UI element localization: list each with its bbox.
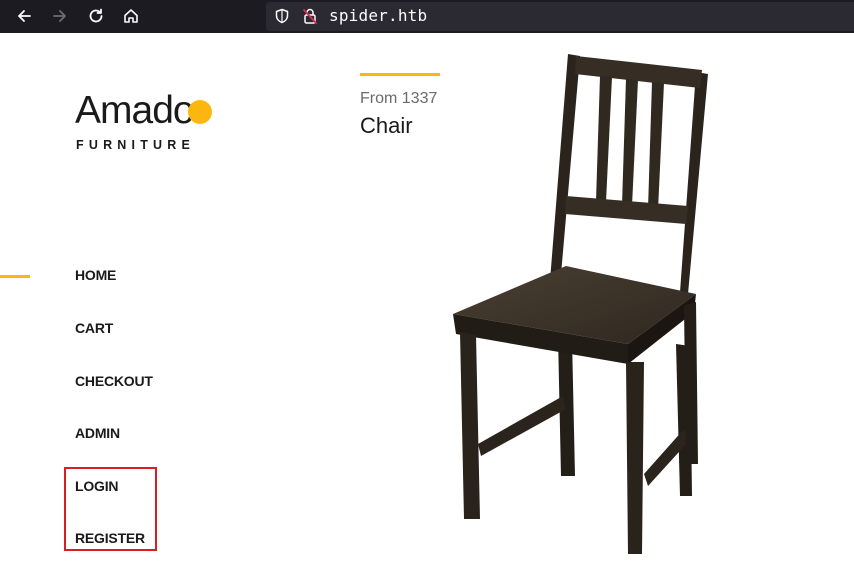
- reload-icon[interactable]: [84, 4, 108, 28]
- brand-name: Amado: [75, 89, 195, 132]
- product-info: From 1337 Chair: [360, 73, 440, 139]
- url-text[interactable]: spider.htb: [329, 6, 427, 26]
- product-price: From 1337: [360, 90, 438, 107]
- product-name[interactable]: Chair: [360, 113, 440, 139]
- nav-item-home[interactable]: HOME: [75, 267, 116, 283]
- login-register-highlight: [64, 467, 157, 551]
- product-accent-line: [360, 73, 440, 76]
- chair-product-image[interactable]: [448, 44, 708, 556]
- forward-arrow-icon[interactable]: [48, 4, 72, 28]
- back-arrow-icon[interactable]: [12, 4, 36, 28]
- active-nav-indicator: [0, 275, 30, 278]
- page: Amado FURNITURE HOME CART CHECKOUT ADMIN…: [0, 33, 854, 561]
- browser-toolbar: spider.htb: [0, 0, 854, 33]
- brand-tagline: FURNITURE: [76, 138, 196, 152]
- nav-item-admin[interactable]: ADMIN: [75, 425, 120, 441]
- nav-item-cart[interactable]: CART: [75, 320, 113, 336]
- home-icon[interactable]: [119, 4, 143, 28]
- nav-item-checkout[interactable]: CHECKOUT: [75, 373, 153, 389]
- brand-logo[interactable]: Amado FURNITURE: [75, 89, 212, 152]
- insecure-lock-icon[interactable]: [302, 7, 318, 25]
- logo-dot-icon: [188, 100, 212, 124]
- url-bar[interactable]: spider.htb: [266, 2, 854, 31]
- shield-icon[interactable]: [274, 8, 290, 24]
